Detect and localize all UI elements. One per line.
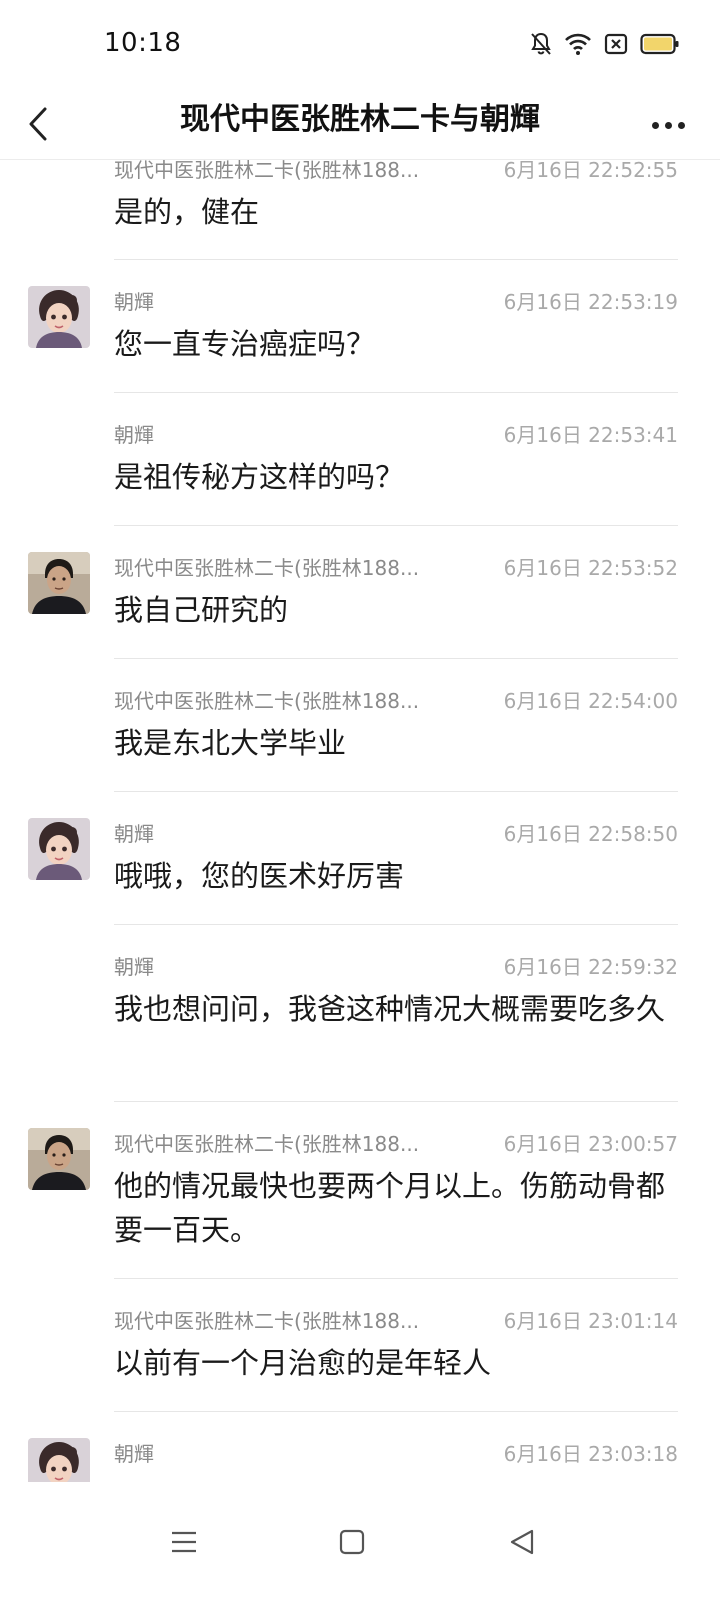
message-sender: 现代中医张胜林二卡(张胜林188... [114, 158, 420, 182]
message-sender: 朝輝 [114, 1442, 154, 1466]
message-time: 6月16日 23:01:14 [503, 1309, 678, 1333]
message-text: 是的，健在 [114, 195, 260, 229]
more-dot [677, 121, 685, 129]
message-text: 以前有一个月治愈的是年轻人 [114, 1346, 492, 1380]
avatar-girl[interactable] [28, 1438, 90, 1482]
more-dot [664, 121, 672, 129]
message-time: 6月16日 23:00:57 [503, 1132, 678, 1156]
message-sender: 朝輝 [114, 423, 154, 447]
message-divider [114, 924, 678, 925]
message-sender: 朝輝 [114, 822, 154, 846]
avatar-girl[interactable] [28, 818, 90, 880]
avatar-man[interactable] [28, 552, 90, 614]
message-time: 6月16日 22:53:52 [503, 556, 678, 580]
battery-icon [640, 32, 680, 56]
avatar-girl[interactable] [28, 286, 90, 348]
message-text: 我是东北大学毕业 [114, 726, 347, 760]
message-text: 我也想问问，我爸这种情况大概需要吃多久 [114, 992, 666, 1026]
message-divider [114, 1411, 678, 1412]
status-icons [530, 30, 680, 58]
page-title: 现代中医张胜林二卡与朝輝 [180, 102, 540, 137]
status-bar: 10:18 [0, 0, 720, 88]
more-options-button[interactable] [646, 108, 690, 142]
message-text: 是祖传秘方这样的吗？ [114, 460, 405, 494]
menu-icon [172, 1531, 196, 1553]
more-dots-icon [651, 121, 659, 129]
back-button[interactable] [18, 100, 58, 148]
wifi-icon [564, 32, 592, 56]
message-divider [114, 392, 678, 393]
avatar-man[interactable] [28, 1128, 90, 1190]
home-square-icon [339, 1529, 365, 1555]
message-divider [114, 658, 678, 659]
message-divider [114, 525, 678, 526]
message-divider [114, 791, 678, 792]
message-sender: 现代中医张胜林二卡(张胜林188... [114, 556, 420, 580]
message-sender: 现代中医张胜林二卡(张胜林188... [114, 1309, 420, 1333]
message-time: 6月16日 22:52:55 [503, 158, 678, 182]
message-divider [114, 1278, 678, 1279]
message-text: 您一直专治癌症吗？ [114, 327, 376, 361]
sim-blocked-icon [604, 32, 628, 56]
home-key[interactable] [322, 1512, 382, 1572]
message-sender: 现代中医张胜林二卡(张胜林188... [114, 689, 420, 713]
status-time: 10:18 [104, 28, 182, 58]
message-sender: 朝輝 [114, 955, 154, 979]
chat-header: 现代中医张胜林二卡与朝輝 [0, 88, 720, 160]
message-text: 哦哦，您的医术好厉害 [114, 859, 405, 893]
message-time: 6月16日 23:03:18 [503, 1442, 678, 1466]
system-navigation-bar [0, 1482, 720, 1600]
message-text: 他的情况最快也要两个月以上。伤筋动骨都要一百天。 [114, 1169, 666, 1247]
menu-key[interactable] [154, 1512, 214, 1572]
message-time: 6月16日 22:59:32 [503, 955, 678, 979]
back-triangle-icon [510, 1529, 534, 1555]
message-sender: 朝輝 [114, 290, 154, 314]
message-divider [114, 259, 678, 260]
message-sender: 现代中医张胜林二卡(张胜林188... [114, 1132, 420, 1156]
message-text: 我自己研究的 [114, 593, 289, 627]
message-time: 6月16日 22:53:41 [503, 423, 678, 447]
back-key[interactable] [492, 1512, 552, 1572]
bell-muted-icon [530, 32, 552, 56]
message-list[interactable]: 现代中医张胜林二卡(张胜林188... 6月16日 22:52:55 是的，健在… [0, 152, 720, 1482]
message-time: 6月16日 22:58:50 [503, 822, 678, 846]
message-divider [114, 1101, 678, 1102]
message-time: 6月16日 22:53:19 [503, 290, 678, 314]
chevron-left-icon [29, 107, 47, 141]
message-time: 6月16日 22:54:00 [503, 689, 678, 713]
